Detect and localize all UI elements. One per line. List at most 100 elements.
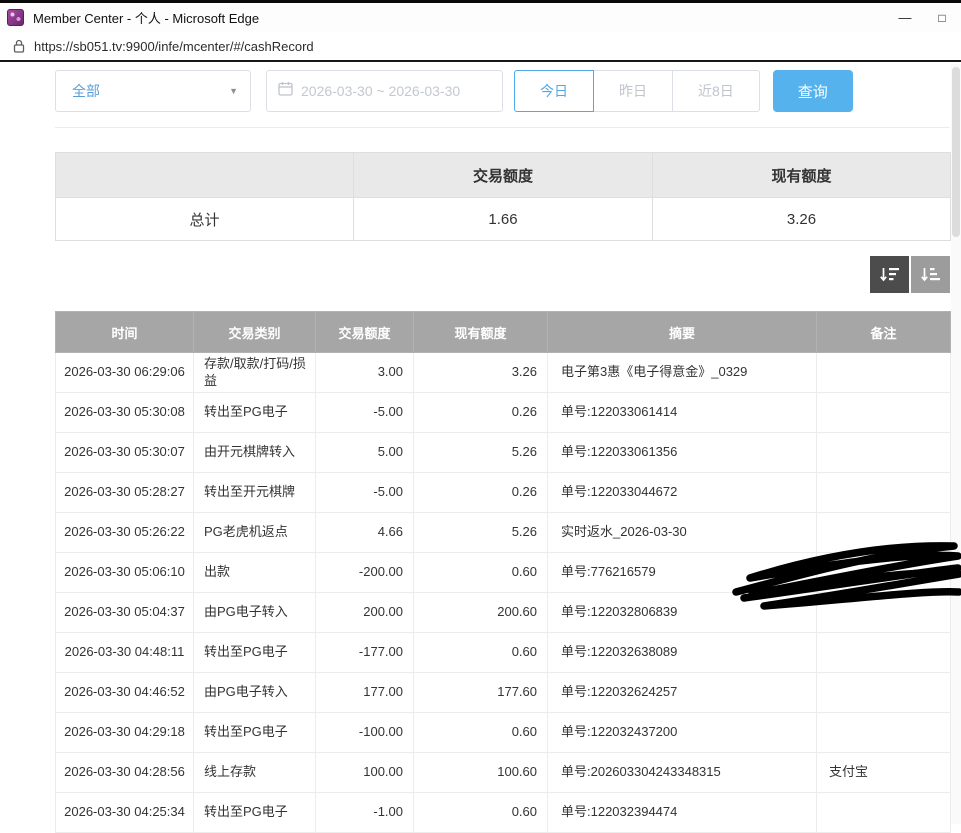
minimize-button[interactable]: — bbox=[887, 3, 923, 32]
table-row: 2026-03-30 05:30:08 转出至PG电子 -5.00 0.26 单… bbox=[56, 393, 951, 433]
header-summary: 摘要 bbox=[548, 312, 817, 353]
cell-amount: -177.00 bbox=[316, 633, 414, 673]
cell-balance: 0.26 bbox=[414, 473, 548, 513]
category-select-value: 全部 bbox=[72, 81, 100, 101]
cell-time: 2026-03-30 04:25:34 bbox=[56, 793, 194, 833]
address-bar[interactable]: https://sb051.tv:9900/infe/mcenter/#/cas… bbox=[0, 32, 961, 62]
cell-summary: 电子第3惠《电子得意金》_0329 bbox=[548, 353, 817, 393]
cell-balance: 0.60 bbox=[414, 713, 548, 753]
last-8-days-button[interactable]: 近8日 bbox=[672, 70, 760, 112]
cell-time: 2026-03-30 05:26:22 bbox=[56, 513, 194, 553]
maximize-button[interactable]: □ bbox=[924, 3, 960, 32]
calendar-icon bbox=[278, 81, 293, 101]
cell-balance: 0.60 bbox=[414, 553, 548, 593]
cell-summary: 单号:202603304243348315 bbox=[548, 753, 817, 793]
cell-summary: 单号:122032806839 bbox=[548, 593, 817, 633]
cell-summary: 单号:122033061414 bbox=[548, 393, 817, 433]
cell-amount: -5.00 bbox=[316, 393, 414, 433]
cell-time: 2026-03-30 05:30:07 bbox=[56, 433, 194, 473]
cell-balance: 5.26 bbox=[414, 433, 548, 473]
cell-remark bbox=[817, 553, 951, 593]
cell-remark: 支付宝 bbox=[817, 753, 951, 793]
cell-type: 转出至PG电子 bbox=[194, 393, 316, 433]
cell-remark bbox=[817, 593, 951, 633]
cell-balance: 0.60 bbox=[414, 793, 548, 833]
summary-header-balance: 现有额度 bbox=[653, 153, 951, 198]
scrollbar[interactable] bbox=[951, 64, 961, 824]
cell-type: 转出至PG电子 bbox=[194, 793, 316, 833]
cell-amount: -1.00 bbox=[316, 793, 414, 833]
cell-summary: 单号:122032437200 bbox=[548, 713, 817, 753]
cell-type: 转出至PG电子 bbox=[194, 713, 316, 753]
cell-amount: -100.00 bbox=[316, 713, 414, 753]
window-titlebar: Member Center - 个人 - Microsoft Edge — □ bbox=[0, 0, 961, 32]
cell-amount: 100.00 bbox=[316, 753, 414, 793]
cell-remark bbox=[817, 793, 951, 833]
cell-summary: 单号:122032394474 bbox=[548, 793, 817, 833]
table-row: 2026-03-30 05:06:10 出款 -200.00 0.60 单号:7… bbox=[56, 553, 951, 593]
scrollbar-thumb[interactable] bbox=[952, 67, 960, 237]
cell-remark bbox=[817, 473, 951, 513]
cell-remark bbox=[817, 673, 951, 713]
sort-descending-button[interactable] bbox=[870, 256, 909, 293]
cell-time: 2026-03-30 05:30:08 bbox=[56, 393, 194, 433]
cell-time: 2026-03-30 04:46:52 bbox=[56, 673, 194, 713]
cell-remark bbox=[817, 713, 951, 753]
url-text[interactable]: https://sb051.tv:9900/infe/mcenter/#/cas… bbox=[34, 39, 314, 54]
cell-type: 转出至PG电子 bbox=[194, 633, 316, 673]
quick-range-group: 今日 昨日 近8日 bbox=[514, 70, 760, 112]
chevron-down-icon: ▼ bbox=[229, 86, 238, 96]
summary-header-empty bbox=[56, 153, 354, 198]
cell-balance: 100.60 bbox=[414, 753, 548, 793]
header-type: 交易类别 bbox=[194, 312, 316, 353]
today-button[interactable]: 今日 bbox=[514, 70, 594, 112]
page-content: 全部 ▼ 2026-03-30 ~ 2026-03-30 今日 昨日 近8日 bbox=[0, 64, 961, 824]
summary-total-amount: 1.66 bbox=[354, 198, 653, 241]
cell-amount: 3.00 bbox=[316, 353, 414, 393]
cell-amount: -200.00 bbox=[316, 553, 414, 593]
cell-summary: 单号:122033044672 bbox=[548, 473, 817, 513]
cell-type: 存款/取款/打码/损益 bbox=[194, 353, 316, 393]
cell-amount: 5.00 bbox=[316, 433, 414, 473]
table-row: 2026-03-30 06:29:06 存款/取款/打码/损益 3.00 3.2… bbox=[56, 353, 951, 393]
filter-bar: 全部 ▼ 2026-03-30 ~ 2026-03-30 今日 昨日 近8日 bbox=[55, 70, 950, 128]
cell-summary: 单号:776216579 bbox=[548, 553, 817, 593]
table-row: 2026-03-30 04:46:52 由PG电子转入 177.00 177.6… bbox=[56, 673, 951, 713]
search-button[interactable]: 查询 bbox=[773, 70, 853, 112]
cell-balance: 177.60 bbox=[414, 673, 548, 713]
yesterday-button[interactable]: 昨日 bbox=[593, 70, 673, 112]
table-row: 2026-03-30 04:28:56 线上存款 100.00 100.60 单… bbox=[56, 753, 951, 793]
cell-time: 2026-03-30 05:04:37 bbox=[56, 593, 194, 633]
cell-balance: 200.60 bbox=[414, 593, 548, 633]
sort-ascending-button[interactable] bbox=[911, 256, 950, 293]
cell-summary: 单号:122033061356 bbox=[548, 433, 817, 473]
summary-total-balance: 3.26 bbox=[653, 198, 951, 241]
summary-total-row: 总计 1.66 3.26 bbox=[56, 198, 951, 241]
table-row: 2026-03-30 05:28:27 转出至开元棋牌 -5.00 0.26 单… bbox=[56, 473, 951, 513]
cell-time: 2026-03-30 04:28:56 bbox=[56, 753, 194, 793]
date-range-input[interactable]: 2026-03-30 ~ 2026-03-30 bbox=[266, 70, 503, 112]
cell-type: 由开元棋牌转入 bbox=[194, 433, 316, 473]
site-security-icon[interactable] bbox=[11, 39, 27, 53]
cell-balance: 0.26 bbox=[414, 393, 548, 433]
cell-remark bbox=[817, 513, 951, 553]
summary-header-amount: 交易额度 bbox=[354, 153, 653, 198]
table-row: 2026-03-30 04:48:11 转出至PG电子 -177.00 0.60… bbox=[56, 633, 951, 673]
sort-ascending-icon bbox=[920, 266, 941, 283]
table-row: 2026-03-30 04:25:34 转出至PG电子 -1.00 0.60 单… bbox=[56, 793, 951, 833]
cell-remark bbox=[817, 433, 951, 473]
cell-type: 由PG电子转入 bbox=[194, 673, 316, 713]
header-amount: 交易额度 bbox=[316, 312, 414, 353]
window-title: Member Center - 个人 - Microsoft Edge bbox=[33, 8, 259, 27]
cell-time: 2026-03-30 04:29:18 bbox=[56, 713, 194, 753]
transactions-header-row: 时间 交易类别 交易额度 现有额度 摘要 备注 bbox=[56, 312, 951, 353]
table-row: 2026-03-30 05:26:22 PG老虎机返点 4.66 5.26 实时… bbox=[56, 513, 951, 553]
date-range-value: 2026-03-30 ~ 2026-03-30 bbox=[301, 83, 460, 99]
cell-type: 出款 bbox=[194, 553, 316, 593]
cell-balance: 3.26 bbox=[414, 353, 548, 393]
category-select[interactable]: 全部 ▼ bbox=[55, 70, 251, 112]
cell-remark bbox=[817, 393, 951, 433]
summary-table: 交易额度 现有额度 总计 1.66 3.26 bbox=[55, 152, 951, 241]
cell-summary: 单号:122032638089 bbox=[548, 633, 817, 673]
header-time: 时间 bbox=[56, 312, 194, 353]
